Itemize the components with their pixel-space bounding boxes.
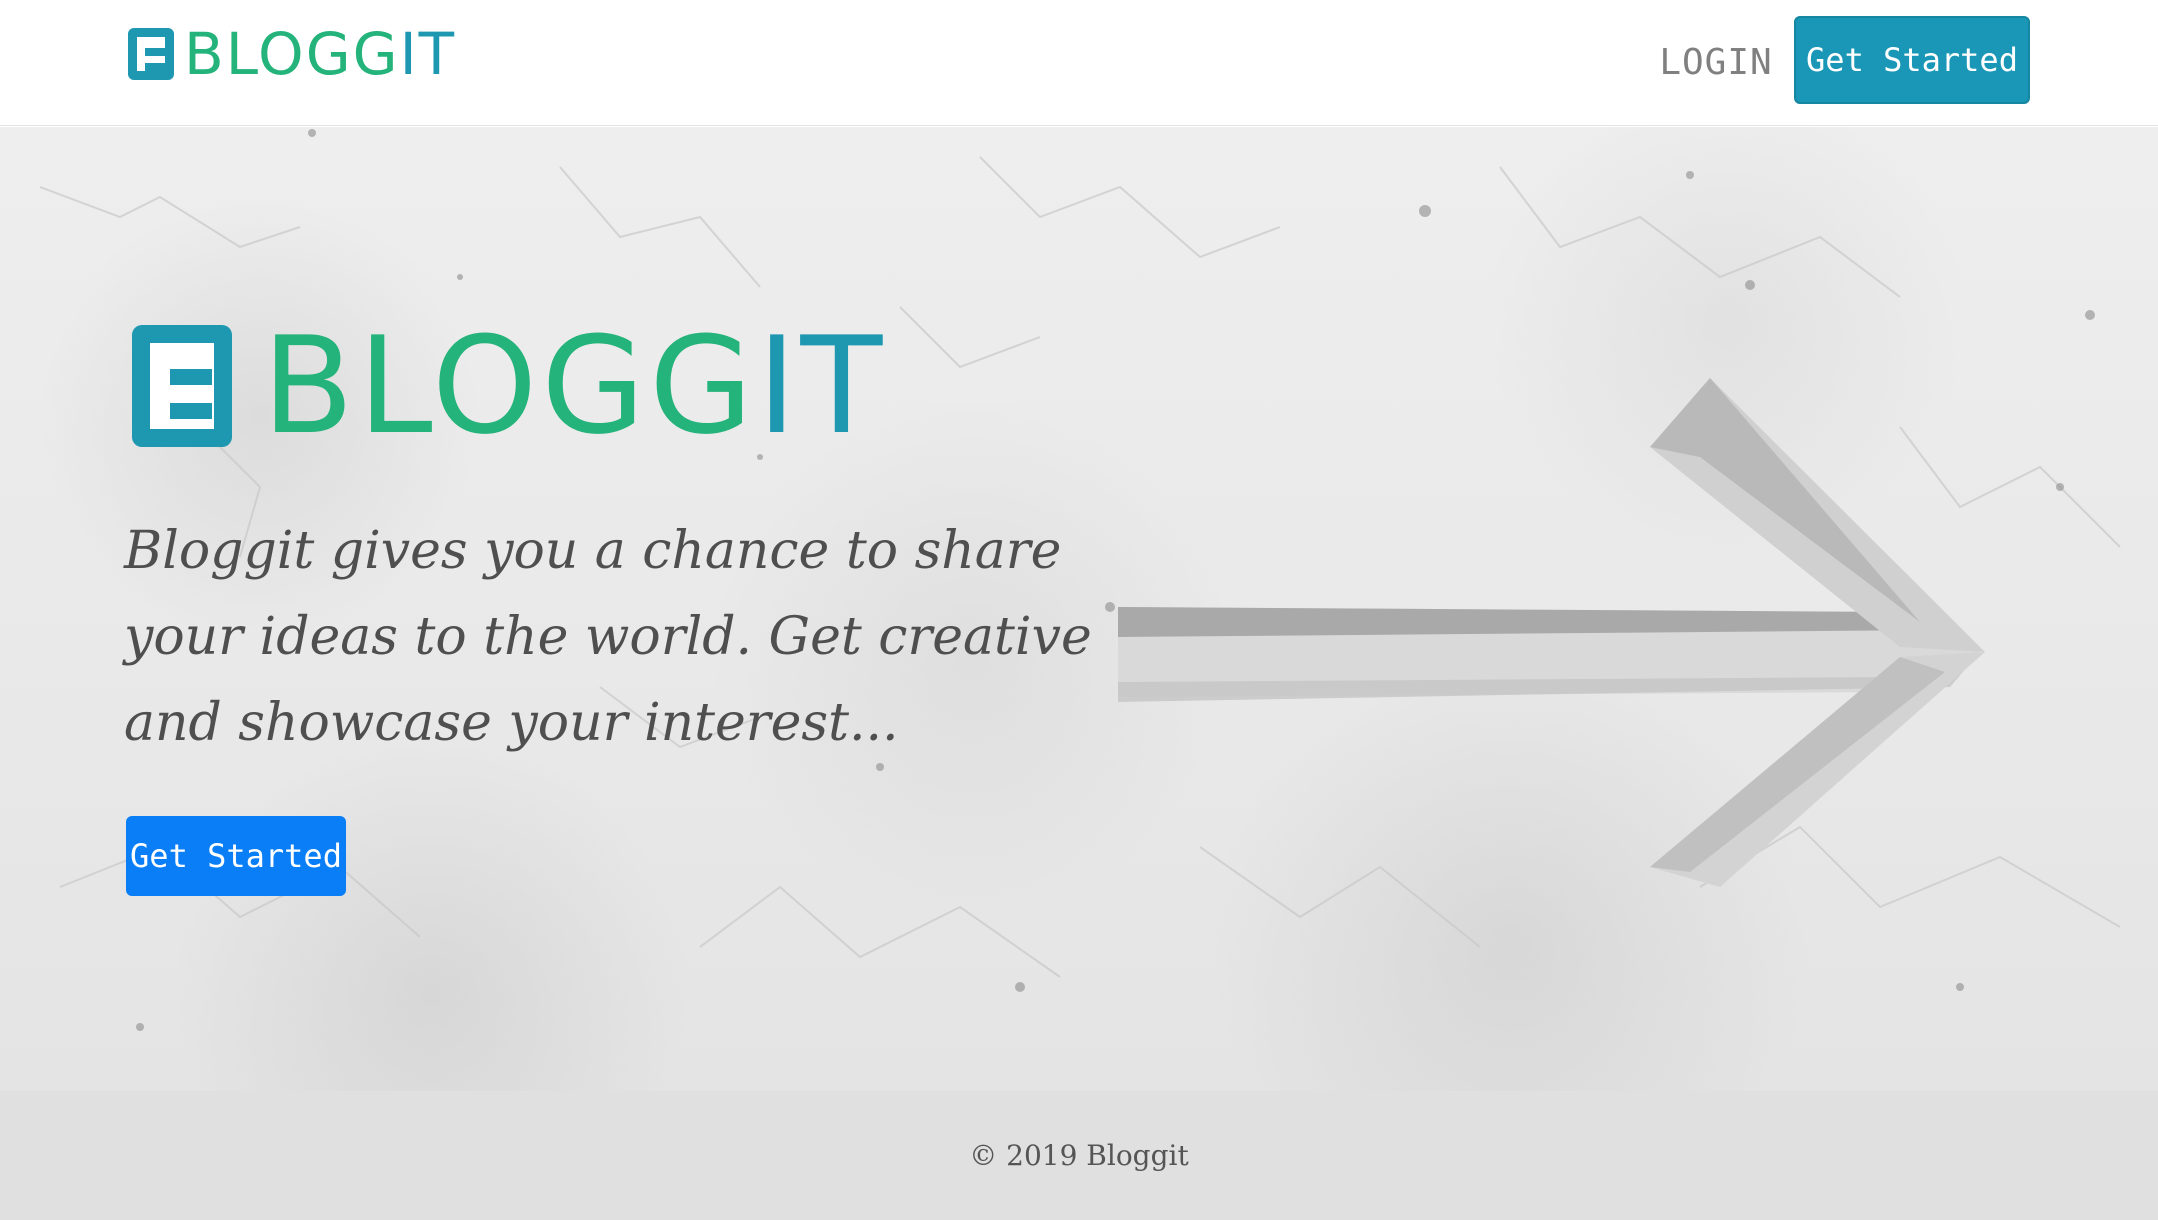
copyright-text: © 2019 Bloggit — [969, 1139, 1189, 1172]
brand-wordmark: BLOGGIT — [184, 20, 457, 88]
logo-b-icon — [128, 28, 174, 80]
footer: © 2019 Bloggit — [0, 1091, 2158, 1220]
login-link[interactable]: LOGIN — [1659, 38, 1771, 86]
navbar: BLOGGIT LOGIN Get Started — [0, 0, 2158, 126]
get-started-nav-button[interactable]: Get Started — [1794, 16, 2030, 104]
brand-logo[interactable]: BLOGGIT — [128, 20, 457, 88]
hero-brand-wordmark: BLOGGIT — [262, 308, 887, 464]
get-started-hero-button[interactable]: Get Started — [126, 816, 346, 896]
hero-tagline: Bloggit gives you a chance to share your… — [124, 521, 1092, 753]
hero-section: BLOGGIT Bloggit gives you a chance to sh… — [0, 127, 2158, 1091]
hero-brand-logo: BLOGGIT — [132, 319, 886, 453]
arrow-right-icon — [1118, 378, 1985, 887]
logo-b-icon — [132, 325, 232, 447]
